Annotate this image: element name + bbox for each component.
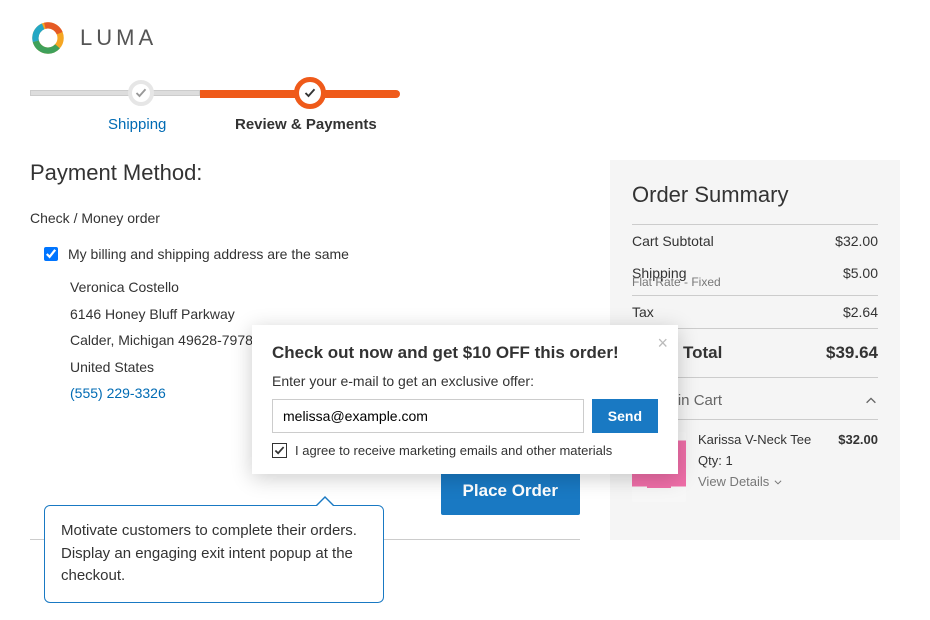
close-icon[interactable]: × xyxy=(657,333,668,354)
item-price: $32.00 xyxy=(838,432,878,447)
popup-title: Check out now and get $10 OFF this order… xyxy=(272,343,658,363)
order-total-value: $39.64 xyxy=(826,343,878,363)
step-review-label: Review & Payments xyxy=(235,116,377,133)
luma-logo-icon xyxy=(30,20,66,56)
subtotal-value: $32.00 xyxy=(835,233,878,249)
subtotal-label: Cart Subtotal xyxy=(632,233,714,249)
popup-email-input[interactable] xyxy=(272,399,584,433)
billing-same-label: My billing and shipping address are the … xyxy=(68,246,349,262)
address-street: 6146 Honey Bluff Parkway xyxy=(70,301,580,328)
place-order-button[interactable]: Place Order xyxy=(441,467,580,515)
payment-method-name: Check / Money order xyxy=(30,210,580,226)
popup-subtitle: Enter your e-mail to get an exclusive of… xyxy=(272,373,658,389)
address-name: Veronica Costello xyxy=(70,274,580,301)
chevron-down-icon xyxy=(773,477,783,487)
popup-send-button[interactable]: Send xyxy=(592,399,658,433)
luma-logo-text: LUMA xyxy=(80,25,157,51)
chevron-up-icon xyxy=(864,394,878,408)
item-qty: Qty: 1 xyxy=(698,453,878,468)
consent-label: I agree to receive marketing emails and … xyxy=(295,443,612,458)
consent-checkbox[interactable] xyxy=(272,443,287,458)
checkout-progress: Shipping Review & Payments xyxy=(30,76,900,116)
item-name: Karissa V-Neck Tee xyxy=(698,432,811,447)
tax-value: $2.64 xyxy=(843,304,878,320)
view-details-toggle[interactable]: View Details xyxy=(698,474,878,489)
tax-label: Tax xyxy=(632,304,654,320)
shipping-method: Flat Rate - Fixed xyxy=(632,275,878,289)
info-callout: Motivate customers to complete their ord… xyxy=(44,505,384,603)
step-shipping-mark xyxy=(128,80,154,106)
payment-method-title: Payment Method: xyxy=(30,160,580,186)
step-shipping-label[interactable]: Shipping xyxy=(108,116,166,133)
billing-same-checkbox[interactable] xyxy=(44,247,58,261)
shipping-value: $5.00 xyxy=(843,265,878,281)
order-summary-title: Order Summary xyxy=(632,182,878,208)
exit-intent-popup: × Check out now and get $10 OFF this ord… xyxy=(252,325,678,474)
header: LUMA xyxy=(30,20,900,56)
step-review-mark xyxy=(294,77,326,109)
